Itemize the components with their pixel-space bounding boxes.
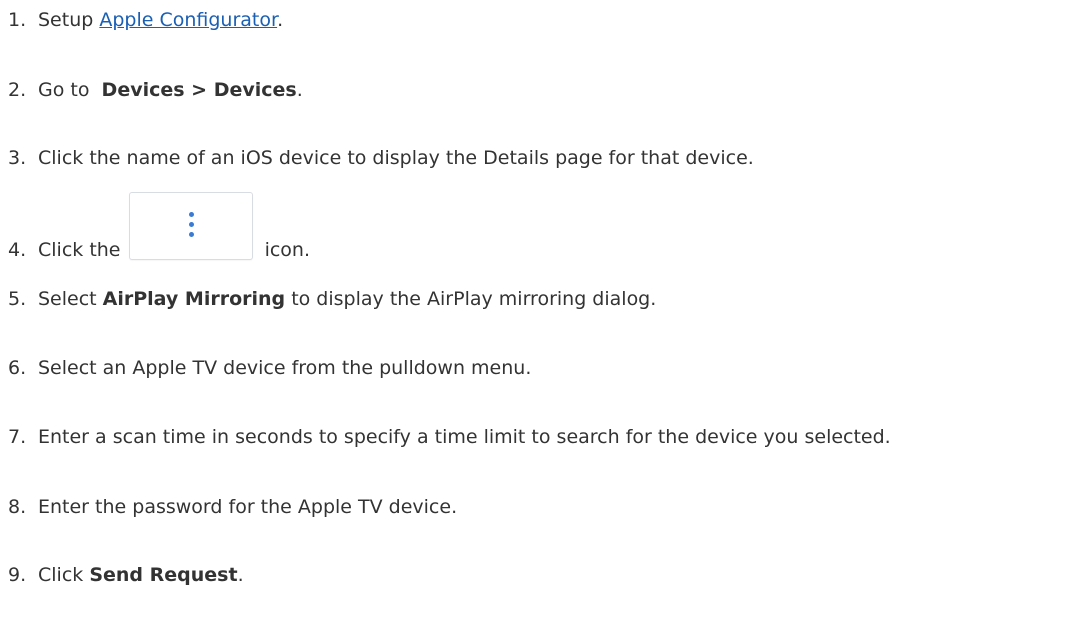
step-number: 3.	[8, 147, 27, 169]
step-6: 6. Select an Apple TV device from the pul…	[8, 356, 531, 380]
step-text: Select	[38, 288, 103, 310]
apple-configurator-link[interactable]: Apple Configurator	[99, 9, 277, 31]
icon-dot	[188, 222, 194, 227]
step-1: 1. Setup Apple Configurator.	[8, 8, 283, 32]
step-number: 2.	[8, 79, 27, 101]
step-bold-text: AirPlay Mirroring	[102, 288, 286, 310]
step-number: 6.	[8, 357, 27, 379]
kebab-menu-icon	[128, 192, 253, 260]
step-text: Click the name of an iOS device to displ…	[38, 147, 754, 169]
step-5: 5. Select AirPlay Mirroring to display th…	[8, 287, 656, 311]
step-text: Select an Apple TV device from the pulld…	[38, 357, 532, 379]
step-7: 7. Enter a scan time in seconds to specif…	[8, 425, 891, 449]
step-number: 8.	[8, 496, 27, 518]
step-number: 4.	[8, 239, 27, 261]
step-text: to display the AirPlay mirroring dialog.	[285, 288, 657, 310]
step-number: 1.	[8, 9, 27, 31]
step-text: .	[277, 9, 284, 31]
step-9: 9. Click Send Request.	[8, 563, 244, 587]
step-number: 9.	[8, 564, 27, 586]
step-text: Click the	[38, 239, 127, 261]
step-bold-text: Devices > Devices	[101, 79, 297, 101]
step-4: 4. Click the icon.	[8, 192, 310, 284]
step-number: 7.	[8, 426, 27, 448]
step-8: 8. Enter the password for the Apple TV de…	[8, 495, 457, 519]
step-text: Go to	[38, 79, 102, 101]
icon-dot	[188, 212, 194, 217]
step-2: 2. Go to Devices > Devices.	[8, 78, 303, 102]
step-text: icon.	[258, 239, 311, 261]
step-text: .	[296, 79, 303, 101]
step-text: Enter a scan time in seconds to specify …	[38, 426, 891, 448]
step-3: 3. Click the name of an iOS device to dis…	[8, 146, 754, 170]
step-text: Click	[38, 564, 90, 586]
step-number: 5.	[8, 288, 27, 310]
icon-dot	[188, 232, 194, 237]
step-text: Enter the password for the Apple TV devi…	[38, 496, 458, 518]
step-bold-text: Send Request	[89, 564, 238, 586]
step-text: Setup	[38, 9, 100, 31]
step-text: .	[237, 564, 244, 586]
